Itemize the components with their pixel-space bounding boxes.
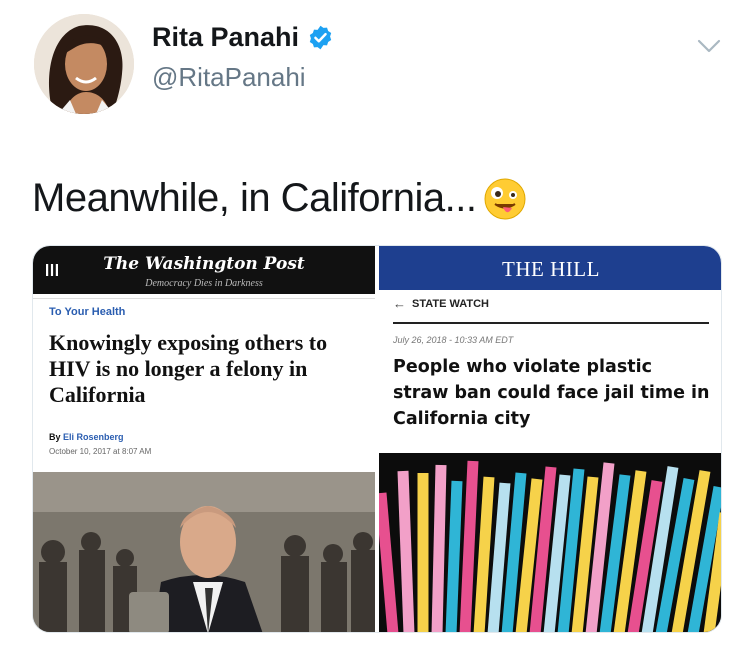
media-image-the-hill[interactable]: THE HILL ← STATE WATCH July 26, 2018 - 1… — [379, 246, 721, 632]
plastic-straws-photo — [379, 453, 721, 632]
display-name-text: Rita Panahi — [152, 22, 300, 52]
avatar[interactable] — [34, 14, 134, 114]
governor-photo — [33, 472, 375, 632]
hill-section-label: ← STATE WATCH — [393, 296, 489, 311]
divider — [393, 322, 709, 324]
hill-date: July 26, 2018 - 10:33 AM EDT — [393, 335, 514, 345]
hill-article-photo — [379, 453, 721, 632]
tweet-media[interactable]: The Washington Post Democracy Dies in Da… — [32, 245, 722, 633]
media-image-washington-post[interactable]: The Washington Post Democracy Dies in Da… — [33, 246, 375, 632]
hill-section-text: STATE WATCH — [412, 297, 489, 310]
divider — [33, 298, 375, 299]
wapo-headline: Knowingly exposing others to HIV is no l… — [49, 330, 328, 407]
display-name[interactable]: Rita Panahi — [152, 22, 334, 53]
hill-logo: THE HILL — [502, 257, 600, 281]
wapo-date: October 10, 2017 at 8:07 AM — [49, 447, 152, 456]
avatar-photo — [34, 14, 134, 114]
chevron-down-icon[interactable] — [696, 36, 722, 56]
wapo-header-bar: The Washington Post Democracy Dies in Da… — [33, 246, 375, 294]
byline-prefix: By — [49, 432, 61, 442]
user-handle[interactable]: @RitaPanahi — [152, 62, 306, 93]
arrow-left-icon: ← — [393, 296, 406, 311]
hill-header-bar: THE HILL — [379, 246, 721, 290]
wapo-article-photo — [33, 472, 375, 632]
hill-headline: People who violate plastic straw ban cou… — [393, 357, 710, 429]
wapo-byline: By Eli Rosenberg — [49, 432, 124, 442]
tweet-text: Meanwhile, in California... — [32, 176, 527, 221]
zany-face-emoji-icon — [484, 178, 525, 219]
tweet-text-body: Meanwhile, in California... — [32, 176, 477, 220]
wapo-logo: The Washington Post — [103, 254, 305, 274]
byline-author: Eli Rosenberg — [63, 432, 124, 442]
wapo-tagline: Democracy Dies in Darkness — [145, 278, 263, 289]
wapo-section-label: To Your Health — [49, 306, 126, 318]
verified-badge-icon — [309, 25, 332, 50]
